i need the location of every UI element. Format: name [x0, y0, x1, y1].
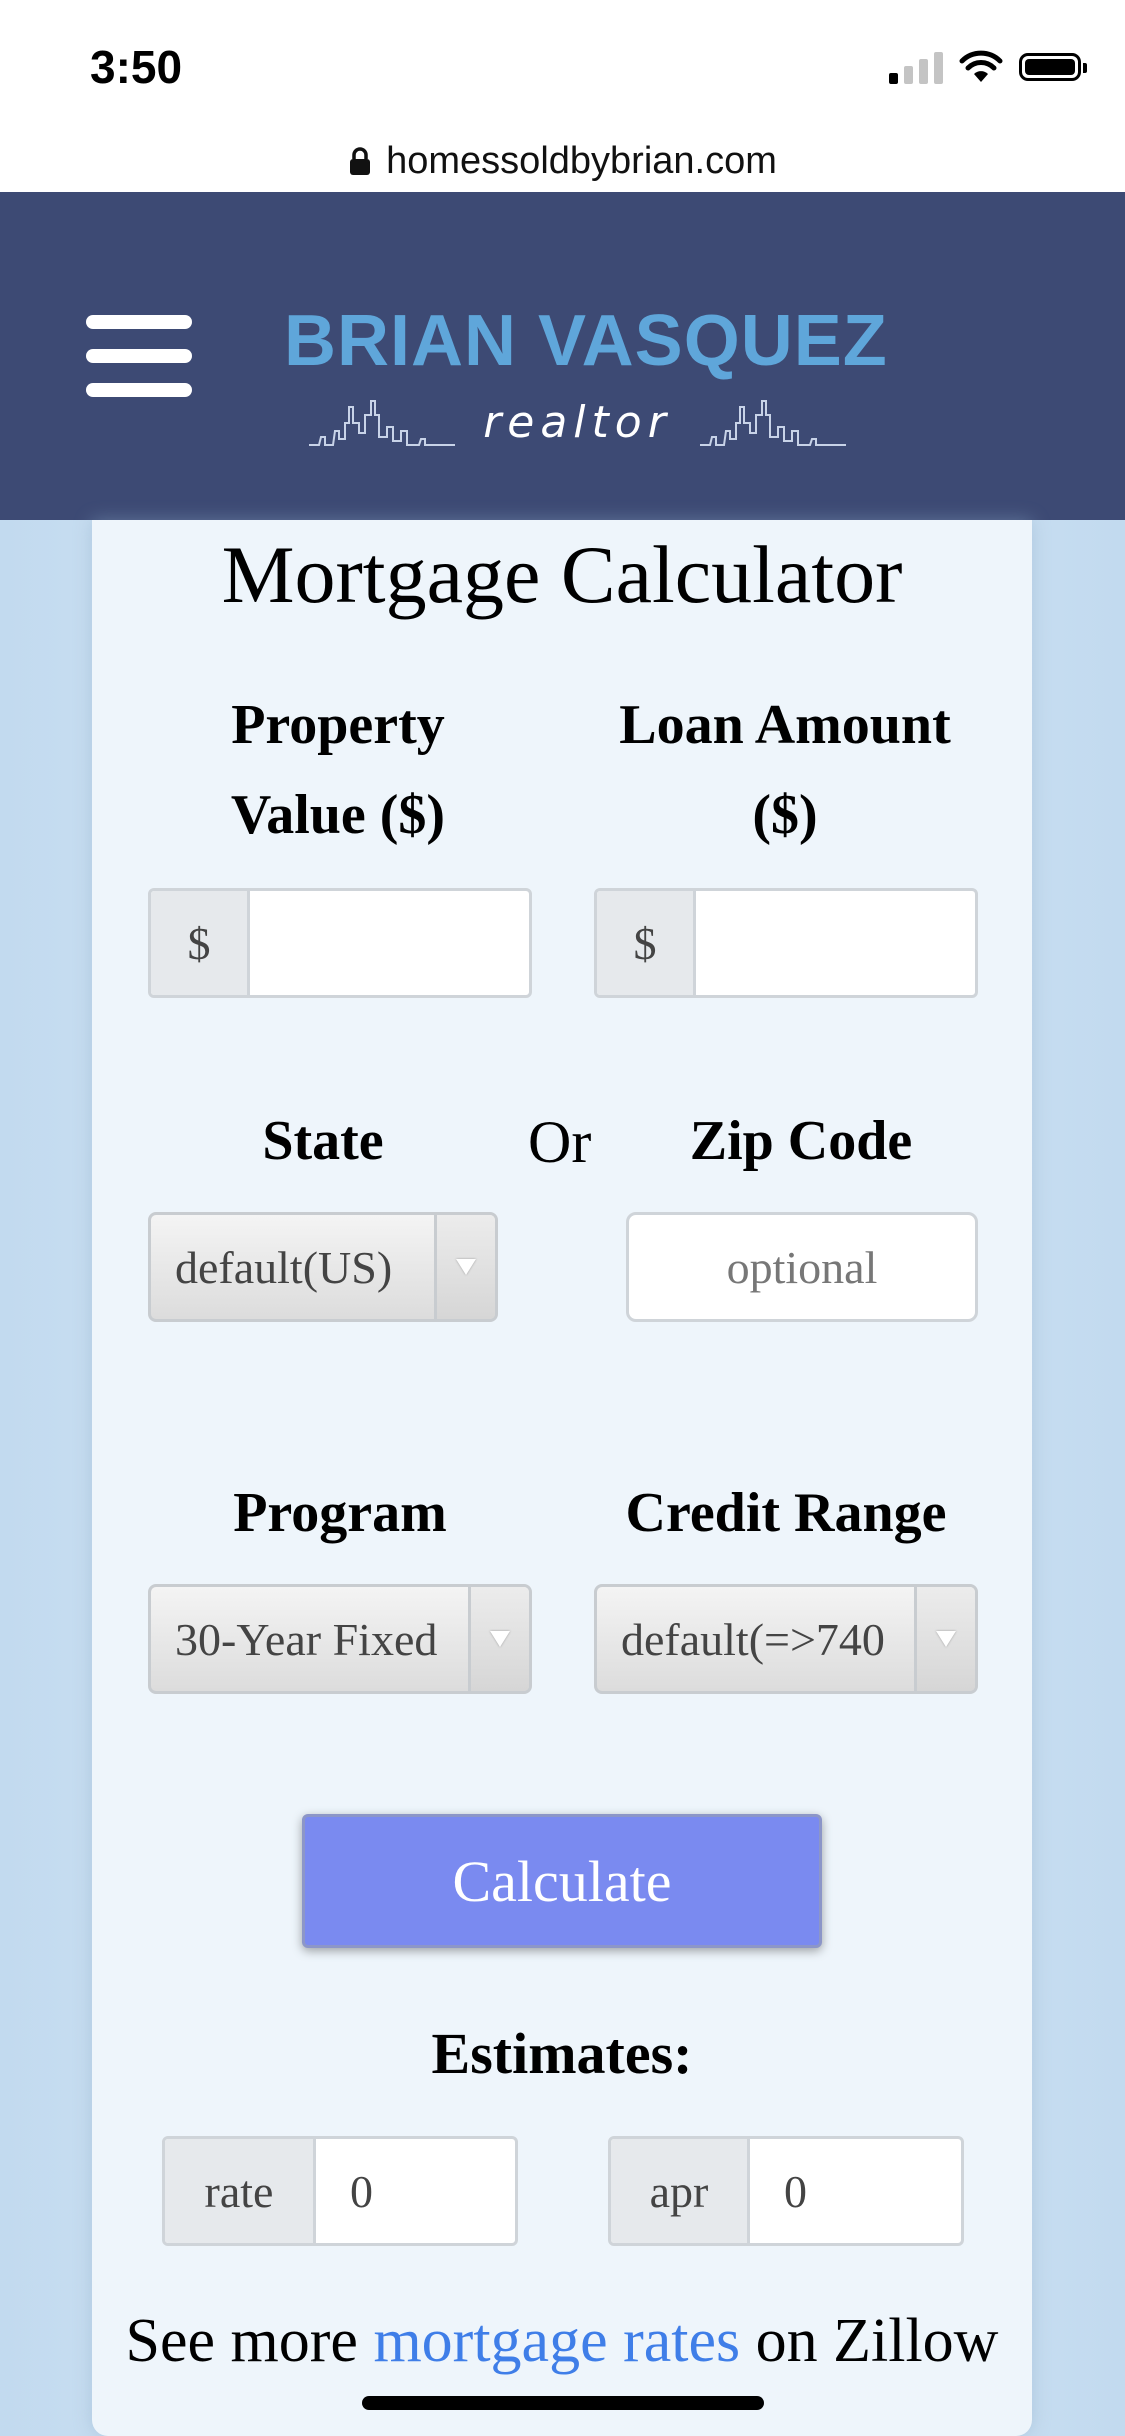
- apr-label: apr: [611, 2139, 750, 2243]
- status-bar: 3:50: [0, 0, 1125, 130]
- brand-name[interactable]: BRIAN VASQUEZ: [284, 300, 888, 382]
- state-select[interactable]: default(US): [148, 1212, 498, 1322]
- program-select-value: 30-Year Fixed: [175, 1613, 438, 1665]
- lock-icon: [350, 147, 371, 175]
- property-value-field[interactable]: $: [148, 888, 532, 998]
- skyline-left-icon: [309, 400, 456, 446]
- estimates-label: Estimates:: [431, 2021, 693, 2086]
- loan-amount-input[interactable]: [696, 891, 975, 995]
- wifi-icon: [959, 50, 1003, 82]
- page-title: Mortgage Calculator: [221, 529, 903, 620]
- chevron-down-icon: [468, 1587, 529, 1691]
- status-time: 3:50: [90, 41, 183, 93]
- zillow-text: See more mortgage rates on Zillow: [92, 2306, 1032, 2377]
- cellular-signal-icon: [889, 50, 943, 84]
- loan-amount-field[interactable]: $: [594, 888, 978, 998]
- property-value-label: Property Value ($): [230, 694, 446, 846]
- status-icons: [889, 50, 1087, 84]
- property-value-prefix: $: [151, 891, 250, 995]
- rate-field: rate 0: [162, 2136, 518, 2246]
- chevron-down-icon: [434, 1215, 495, 1319]
- address-bar[interactable]: homessoldbybrian.com: [0, 130, 1125, 192]
- program-select[interactable]: 30-Year Fixed: [148, 1584, 532, 1694]
- state-label: State: [262, 1110, 384, 1172]
- credit-range-select-value: default(=>740: [621, 1613, 885, 1665]
- brand-subtitle: realtor: [483, 396, 672, 448]
- credit-range-label: Credit Range: [625, 1482, 947, 1544]
- mortgage-rates-link[interactable]: mortgage rates: [373, 2307, 740, 2375]
- chevron-down-icon: [914, 1587, 975, 1691]
- zip-code-input[interactable]: optional: [626, 1212, 978, 1322]
- zillow-suffix: on Zillow: [740, 2307, 999, 2375]
- battery-icon: [1019, 53, 1087, 81]
- rate-value: 0: [350, 2165, 373, 2217]
- loan-amount-label: Loan Amount ($): [619, 694, 951, 846]
- state-select-value: default(US): [175, 1241, 393, 1293]
- or-label: Or: [528, 1109, 592, 1175]
- home-indicator[interactable]: [362, 2396, 764, 2410]
- zip-code-label: Zip Code: [689, 1110, 913, 1172]
- program-label: Program: [233, 1482, 447, 1544]
- hamburger-menu-icon[interactable]: [86, 315, 192, 397]
- property-value-input[interactable]: [250, 891, 529, 995]
- apr-field: apr 0: [608, 2136, 964, 2246]
- skyline-right-icon: [699, 400, 846, 446]
- loan-amount-prefix: $: [597, 891, 696, 995]
- zillow-prefix: See more: [125, 2307, 374, 2375]
- brand-logo: realtor: [300, 392, 855, 452]
- url-text: homessoldbybrian.com: [386, 139, 777, 182]
- calculate-button[interactable]: Calculate: [302, 1814, 822, 1948]
- rate-label: rate: [165, 2139, 316, 2243]
- apr-value: 0: [784, 2165, 807, 2217]
- credit-range-select[interactable]: default(=>740: [594, 1584, 978, 1694]
